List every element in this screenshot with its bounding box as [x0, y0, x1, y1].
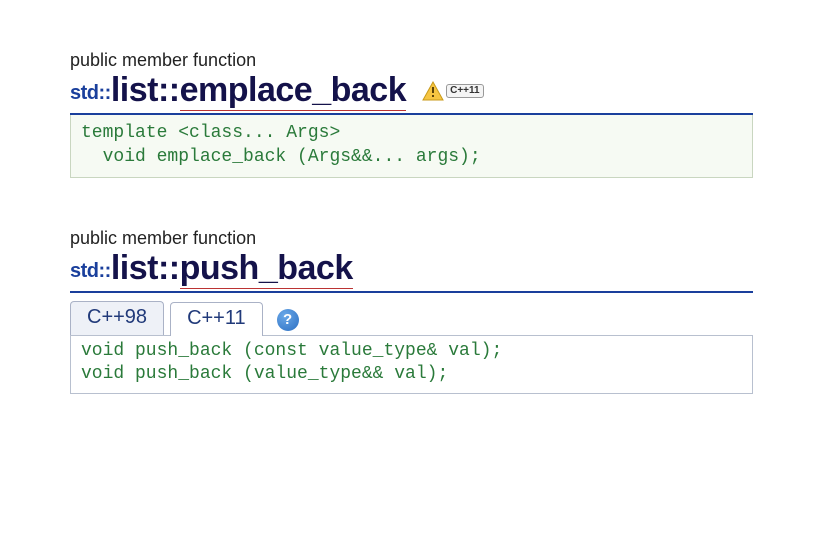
- version-badge-group: C++11: [422, 81, 483, 101]
- section-emplace-back: public member function std::list::emplac…: [70, 50, 753, 178]
- scope-sep: ::: [158, 71, 180, 109]
- kind-label: public member function: [70, 50, 753, 71]
- function-name: emplace_back: [180, 71, 407, 109]
- tab-cpp11[interactable]: C++11: [170, 302, 263, 336]
- namespace: std::: [70, 82, 111, 104]
- title-row: std::list::emplace_back C++11: [70, 73, 753, 115]
- function-name: push_back: [180, 249, 353, 287]
- help-icon[interactable]: ?: [277, 309, 299, 331]
- tab-cpp98[interactable]: C++98: [70, 301, 164, 335]
- tabs-row: C++98 C++11 ?: [70, 301, 753, 335]
- title-row: std::list::push_back: [70, 251, 753, 293]
- class-name: list: [111, 71, 158, 109]
- warning-icon: [422, 81, 444, 101]
- page-title: std::list::emplace_back: [70, 73, 406, 109]
- signature-code: template <class... Args> void emplace_ba…: [70, 115, 753, 179]
- scope-sep: ::: [158, 249, 180, 287]
- class-name: list: [111, 249, 158, 287]
- cpp11-badge: C++11: [446, 84, 483, 98]
- kind-label: public member function: [70, 228, 753, 249]
- section-push-back: public member function std::list::push_b…: [70, 228, 753, 393]
- page-title: std::list::push_back: [70, 251, 353, 287]
- signature-code: void push_back (const value_type& val); …: [70, 335, 753, 394]
- namespace: std::: [70, 260, 111, 282]
